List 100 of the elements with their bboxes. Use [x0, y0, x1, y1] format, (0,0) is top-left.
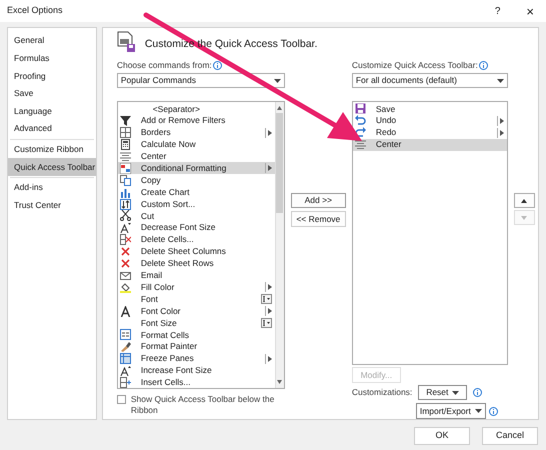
- list-item[interactable]: Font Color: [118, 305, 275, 318]
- align-center-icon: [354, 139, 366, 150]
- funnel-icon: [120, 115, 131, 126]
- sidebar-item[interactable]: Trust Center: [8, 196, 96, 214]
- list-item[interactable]: Font Size: [118, 317, 275, 329]
- submenu-indicator: [264, 128, 272, 138]
- delete-cells-icon: [120, 234, 131, 246]
- list-item[interactable]: Freeze Panes: [118, 352, 275, 365]
- format-cells-icon: [120, 329, 131, 340]
- list-item[interactable]: Format Painter: [118, 340, 275, 353]
- list-item[interactable]: Delete Sheet Columns: [118, 246, 275, 258]
- submenu-indicator: [264, 306, 272, 316]
- undo-icon: [354, 115, 366, 126]
- font-size-icon: [120, 222, 131, 234]
- sidebar-item[interactable]: Add-ins: [8, 178, 96, 196]
- scroll-up-icon[interactable]: [277, 106, 282, 110]
- close-button[interactable]: ×: [526, 4, 534, 18]
- window-title: Excel Options: [7, 4, 63, 18]
- list-item[interactable]: Conditional Formatting: [118, 162, 275, 174]
- info-icon[interactable]: [473, 388, 482, 397]
- submenu-indicator: [496, 116, 504, 126]
- list-item[interactable]: Cut: [118, 210, 275, 222]
- sidebar-item[interactable]: Advanced: [8, 120, 96, 138]
- dropdown-arrow-icon: [274, 78, 281, 82]
- scroll-down-icon[interactable]: [277, 380, 282, 384]
- submenu-indicator: [264, 282, 272, 292]
- field-label: Customize Quick Access Toolbar:: [352, 58, 478, 72]
- move-up-button[interactable]: [514, 193, 535, 208]
- sidebar-item[interactable]: Formulas: [8, 50, 96, 68]
- scrollbar[interactable]: [274, 102, 284, 388]
- reset-button[interactable]: Reset: [418, 385, 468, 400]
- bar-chart-icon: [120, 186, 131, 198]
- combo-indicator: [260, 294, 272, 304]
- checkbox-label[interactable]: Show Quick Access Toolbar below the Ribbon: [130, 394, 281, 416]
- remove-button[interactable]: << Remove: [290, 211, 346, 227]
- list-item[interactable]: Email: [118, 269, 275, 282]
- paintbrush-icon: [120, 341, 131, 352]
- dropdown-arrow-icon: [496, 78, 504, 82]
- sidebar-item[interactable]: Customize Ribbon: [8, 140, 96, 158]
- down-arrow-icon: [521, 216, 528, 220]
- list-item[interactable]: Fill Color: [118, 281, 275, 294]
- dropdown-arrow-icon: [474, 409, 482, 413]
- info-icon[interactable]: [488, 406, 498, 416]
- list-item[interactable]: <Separator>: [118, 103, 275, 115]
- ok-button[interactable]: OK: [414, 427, 470, 445]
- scissors-icon: [120, 210, 131, 222]
- list-item[interactable]: Copy: [118, 174, 275, 186]
- calculator-icon: [120, 139, 131, 150]
- insert-cells-icon: [120, 376, 131, 388]
- submenu-indicator: [264, 163, 272, 174]
- sidebar-item[interactable]: Save: [8, 84, 96, 102]
- list-item[interactable]: Delete Cells...: [118, 234, 275, 246]
- delete-icon: [120, 246, 131, 258]
- dropdown-arrow-icon: [452, 390, 460, 394]
- list-item[interactable]: Center: [118, 150, 275, 162]
- sidebar-item[interactable]: Language: [8, 102, 96, 120]
- list-item[interactable]: Decrease Font Size: [118, 222, 275, 234]
- toolbar-dropdown[interactable]: For all documents (default): [352, 73, 508, 88]
- list-item[interactable]: Calculate Now: [118, 138, 275, 151]
- list-item[interactable]: Format Cells: [118, 328, 275, 341]
- sort-icon: [120, 198, 131, 210]
- list-item[interactable]: Add or Remove Filters: [118, 114, 275, 127]
- align-center-icon: [120, 151, 131, 162]
- combo-indicator: [260, 318, 272, 328]
- list-item[interactable]: Borders: [118, 126, 275, 139]
- list-item[interactable]: Custom Sort...: [118, 198, 275, 210]
- delete-icon: [120, 258, 131, 270]
- font-size-icon: [120, 365, 131, 376]
- redo-icon: [354, 127, 366, 138]
- sidebar-item[interactable]: Quick Access Toolbar: [8, 158, 96, 176]
- font-color-icon: [120, 306, 131, 317]
- help-button[interactable]: ?: [494, 4, 500, 18]
- submenu-indicator: [496, 128, 504, 138]
- list-item[interactable]: Undo: [352, 114, 507, 127]
- import-export-button[interactable]: Import/Export: [416, 403, 486, 419]
- toolbar-document-icon: [116, 31, 137, 53]
- list-item[interactable]: Save: [352, 103, 507, 115]
- list-item[interactable]: Center: [352, 138, 507, 151]
- envelope-icon: [120, 270, 131, 281]
- info-icon[interactable]: [212, 60, 222, 70]
- commands-dropdown[interactable]: Popular Commands: [116, 73, 285, 88]
- sidebar-item[interactable]: General: [8, 32, 96, 50]
- add-button[interactable]: Add >>: [290, 193, 346, 208]
- list-item[interactable]: Increase Font Size: [118, 364, 275, 376]
- checkbox[interactable]: [116, 395, 126, 404]
- customizations-label: Customizations:: [352, 386, 412, 399]
- list-item[interactable]: Insert Cells...: [118, 376, 275, 388]
- list-item[interactable]: Delete Sheet Rows: [118, 258, 275, 270]
- list-item[interactable]: Font: [118, 293, 275, 306]
- copy-icon: [120, 174, 131, 186]
- submenu-indicator: [264, 354, 272, 364]
- grid-icon: [120, 127, 131, 138]
- field-label: Choose commands from:: [116, 58, 212, 72]
- table-icon: [120, 162, 131, 174]
- up-arrow-icon: [521, 198, 528, 202]
- list-item[interactable]: Create Chart: [118, 186, 275, 198]
- sidebar-item[interactable]: Proofing: [8, 67, 96, 85]
- cancel-button[interactable]: Cancel: [482, 427, 538, 445]
- info-icon[interactable]: [478, 60, 488, 70]
- paint-bucket-icon: [120, 282, 131, 293]
